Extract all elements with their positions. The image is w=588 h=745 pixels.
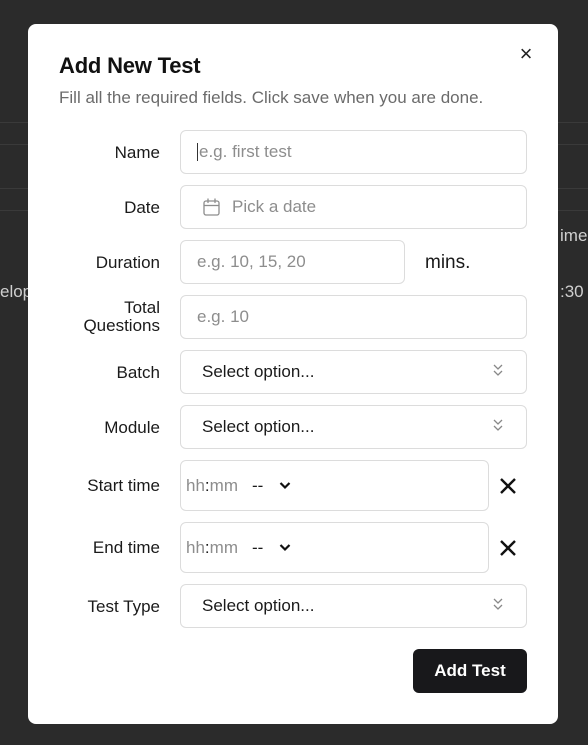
batch-select[interactable]: Select option... [180, 350, 527, 394]
batch-selected-value: Select option... [202, 362, 315, 381]
text-cursor [197, 143, 198, 161]
chevron-down-icon[interactable] [279, 481, 291, 490]
add-test-dialog: × Add New Test Fill all the required fie… [28, 24, 558, 724]
end-time-input[interactable]: hh : mm -- [180, 522, 489, 573]
minute-field[interactable]: mm [210, 538, 238, 558]
calendar-icon [203, 198, 220, 216]
test-type-select[interactable]: Select option... [180, 584, 527, 628]
name-input[interactable]: e.g. first test [180, 130, 527, 174]
close-icon [500, 478, 516, 494]
duration-placeholder: e.g. 10, 15, 20 [197, 252, 306, 271]
total-questions-label-line: Questions [83, 316, 160, 335]
total-questions-label: Total Questions [28, 299, 160, 335]
chevron-down-icon[interactable] [279, 543, 291, 552]
hour-field[interactable]: hh [186, 538, 205, 558]
total-questions-label-line: Total [124, 298, 160, 317]
name-placeholder: e.g. first test [199, 142, 292, 161]
chevrons-up-down-icon [492, 596, 504, 616]
ampm-select[interactable]: -- [252, 476, 263, 496]
duration-label: Duration [95, 253, 160, 272]
duration-unit: mins. [425, 252, 471, 273]
background-text: ime [560, 226, 588, 245]
module-label: Module [104, 418, 160, 437]
minute-field[interactable]: mm [210, 476, 238, 496]
background-text: :30 [560, 282, 584, 301]
close-button[interactable]: × [515, 43, 537, 65]
duration-input[interactable]: e.g. 10, 15, 20 [180, 240, 405, 284]
clear-end-time-button[interactable] [496, 536, 520, 560]
date-picker-button[interactable]: Pick a date [180, 185, 527, 229]
start-time-input[interactable]: hh : mm -- [180, 460, 489, 511]
total-questions-input[interactable]: e.g. 10 [180, 295, 527, 339]
total-questions-placeholder: e.g. 10 [197, 307, 249, 326]
module-selected-value: Select option... [202, 417, 315, 436]
name-label: Name [114, 143, 160, 162]
end-time-label: End time [92, 538, 160, 557]
test-type-label: Test Type [87, 597, 160, 616]
dialog-title: Add New Test [59, 53, 201, 78]
close-icon: × [519, 41, 533, 66]
clear-start-time-button[interactable] [496, 474, 520, 498]
dialog-subtitle: Fill all the required fields. Click save… [59, 88, 484, 107]
test-type-selected-value: Select option... [202, 596, 315, 615]
hour-field[interactable]: hh [186, 476, 205, 496]
module-select[interactable]: Select option... [180, 405, 527, 449]
close-icon [500, 540, 516, 556]
chevrons-up-down-icon [492, 417, 504, 437]
ampm-select[interactable]: -- [252, 538, 263, 558]
date-label: Date [124, 198, 160, 217]
add-test-button[interactable]: Add Test [413, 649, 527, 693]
batch-label: Batch [116, 363, 160, 382]
chevrons-up-down-icon [492, 362, 504, 382]
date-placeholder: Pick a date [232, 197, 317, 216]
start-time-label: Start time [87, 476, 160, 495]
